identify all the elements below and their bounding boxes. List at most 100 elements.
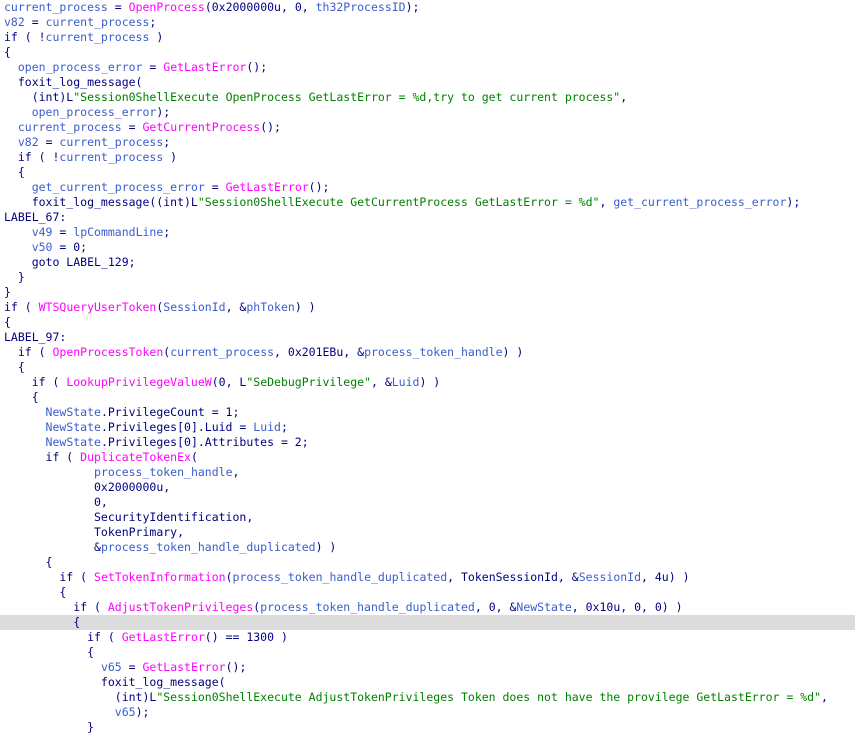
code-variable[interactable]: v82: [18, 135, 39, 149]
code-line[interactable]: process_token_handle,: [0, 465, 855, 480]
code-variable[interactable]: get_current_process_error: [32, 180, 205, 194]
code-variable[interactable]: process_token_handle_duplicated: [233, 570, 448, 584]
code-line[interactable]: {: [0, 45, 855, 60]
code-variable[interactable]: open_process_error: [18, 60, 143, 74]
code-line[interactable]: open_process_error);: [0, 105, 855, 120]
code-variable[interactable]: process_token_handle_duplicated: [260, 600, 475, 614]
code-line[interactable]: }: [0, 720, 855, 735]
code-variable[interactable]: lpCommandLine: [73, 225, 163, 239]
code-line[interactable]: foxit_log_message((int)L"Session0ShellEx…: [0, 195, 855, 210]
code-line[interactable]: if ( !current_process ): [0, 150, 855, 165]
code-line[interactable]: LABEL_97:: [0, 330, 855, 345]
code-function[interactable]: GetCurrentProcess: [143, 120, 261, 134]
code-variable[interactable]: process_token_handle: [94, 465, 232, 479]
code-line[interactable]: if ( !current_process ): [0, 30, 855, 45]
code-function[interactable]: DuplicateTokenEx: [80, 450, 191, 464]
code-line[interactable]: {: [0, 165, 855, 180]
code-line[interactable]: if ( SetTokenInformation(process_token_h…: [0, 570, 855, 585]
code-line[interactable]: get_current_process_error = GetLastError…: [0, 180, 855, 195]
code-function[interactable]: GetLastError: [122, 630, 205, 644]
code-variable[interactable]: v65: [101, 660, 122, 674]
code-line[interactable]: &process_token_handle_duplicated) ): [0, 540, 855, 555]
code-variable[interactable]: SessionId: [163, 300, 225, 314]
code-line[interactable]: {: [0, 645, 855, 660]
code-function[interactable]: OpenProcess: [129, 0, 205, 14]
code-line[interactable]: 0,: [0, 495, 855, 510]
code-text: foxit_log_message(: [4, 75, 143, 89]
code-line[interactable]: if ( LookupPrivilegeValueW(0, L"SeDebugP…: [0, 375, 855, 390]
code-line[interactable]: NewState.PrivilegeCount = 1;: [0, 405, 855, 420]
code-line[interactable]: current_process = OpenProcess(0x2000000u…: [0, 0, 855, 15]
code-line[interactable]: if ( GetLastError() == 1300 ): [0, 630, 855, 645]
code-function[interactable]: SetTokenInformation: [94, 570, 226, 584]
code-variable[interactable]: v65: [115, 705, 136, 719]
code-line[interactable]: (int)L"Session0ShellExecute OpenProcess …: [0, 90, 855, 105]
code-line[interactable]: 0x2000000u,: [0, 480, 855, 495]
code-variable[interactable]: Luid: [392, 375, 420, 389]
code-line[interactable]: }: [0, 270, 855, 285]
code-variable[interactable]: current_process: [59, 135, 163, 149]
code-line[interactable]: TokenPrimary,: [0, 525, 855, 540]
code-line[interactable]: foxit_log_message(: [0, 75, 855, 90]
code-variable[interactable]: NewState: [516, 600, 571, 614]
code-line[interactable]: v82 = current_process;: [0, 15, 855, 30]
code-variable[interactable]: v49: [32, 225, 53, 239]
code-line[interactable]: if ( WTSQueryUserToken(SessionId, &phTok…: [0, 300, 855, 315]
code-line[interactable]: v65 = GetLastError();: [0, 660, 855, 675]
code-line[interactable]: NewState.Privileges[0].Luid = Luid;: [0, 420, 855, 435]
code-line[interactable]: v65);: [0, 705, 855, 720]
code-function[interactable]: OpenProcessToken: [52, 345, 163, 359]
code-function[interactable]: WTSQueryUserToken: [39, 300, 157, 314]
code-line[interactable]: NewState.Privileges[0].Attributes = 2;: [0, 435, 855, 450]
code-line[interactable]: SecurityIdentification,: [0, 510, 855, 525]
code-line[interactable]: v50 = 0;: [0, 240, 855, 255]
code-function[interactable]: GetLastError: [226, 180, 309, 194]
code-line[interactable]: if ( DuplicateTokenEx(: [0, 450, 855, 465]
code-line[interactable]: if ( OpenProcessToken(current_process, 0…: [0, 345, 855, 360]
code-text: }: [4, 285, 11, 299]
code-function[interactable]: GetLastError: [163, 60, 246, 74]
code-variable[interactable]: get_current_process_error: [613, 195, 786, 209]
code-variable[interactable]: open_process_error: [32, 105, 157, 119]
code-line[interactable]: open_process_error = GetLastError();: [0, 60, 855, 75]
code-line[interactable]: goto LABEL_129;: [0, 255, 855, 270]
code-line[interactable]: {: [0, 555, 855, 570]
code-variable[interactable]: th32ProcessID: [316, 0, 406, 14]
code-variable[interactable]: SessionId: [579, 570, 641, 584]
code-line[interactable]: }: [0, 285, 855, 300]
code-variable[interactable]: v82: [4, 15, 25, 29]
code-variable[interactable]: Luid: [253, 420, 281, 434]
current-code-line[interactable]: {: [0, 615, 855, 630]
code-line[interactable]: if ( AdjustTokenPrivileges(process_token…: [0, 600, 855, 615]
code-line[interactable]: {: [0, 360, 855, 375]
code-variable[interactable]: current_process: [59, 150, 163, 164]
code-line[interactable]: v82 = current_process;: [0, 135, 855, 150]
code-variable[interactable]: current_process: [18, 120, 122, 134]
code-line[interactable]: {: [0, 585, 855, 600]
code-function[interactable]: LookupPrivilegeValueW: [66, 375, 211, 389]
code-line[interactable]: LABEL_67:: [0, 210, 855, 225]
code-line[interactable]: v49 = lpCommandLine;: [0, 225, 855, 240]
pseudocode-view[interactable]: current_process = OpenProcess(0x2000000u…: [0, 0, 855, 739]
code-variable[interactable]: current_process: [170, 345, 274, 359]
code-variable[interactable]: current_process: [46, 30, 150, 44]
code-variable[interactable]: v50: [32, 240, 53, 254]
code-text: {: [4, 555, 53, 569]
code-variable[interactable]: NewState: [46, 435, 101, 449]
code-variable[interactable]: current_process: [4, 0, 108, 14]
code-function[interactable]: AdjustTokenPrivileges: [108, 600, 253, 614]
code-variable[interactable]: process_token_handle_duplicated: [101, 540, 316, 554]
code-variable[interactable]: current_process: [46, 15, 150, 29]
code-variable[interactable]: NewState: [46, 405, 101, 419]
code-line[interactable]: {: [0, 390, 855, 405]
code-text: , TokenSessionId, &: [447, 570, 579, 584]
code-variable[interactable]: NewState: [46, 420, 101, 434]
code-line[interactable]: {: [0, 315, 855, 330]
code-text: ;: [149, 15, 157, 29]
code-line[interactable]: (int)L"Session0ShellExecute AdjustTokenP…: [0, 690, 855, 705]
code-line[interactable]: current_process = GetCurrentProcess();: [0, 120, 855, 135]
code-variable[interactable]: process_token_handle: [364, 345, 502, 359]
code-function[interactable]: GetLastError: [143, 660, 226, 674]
code-line[interactable]: foxit_log_message(: [0, 675, 855, 690]
code-variable[interactable]: phToken: [246, 300, 294, 314]
